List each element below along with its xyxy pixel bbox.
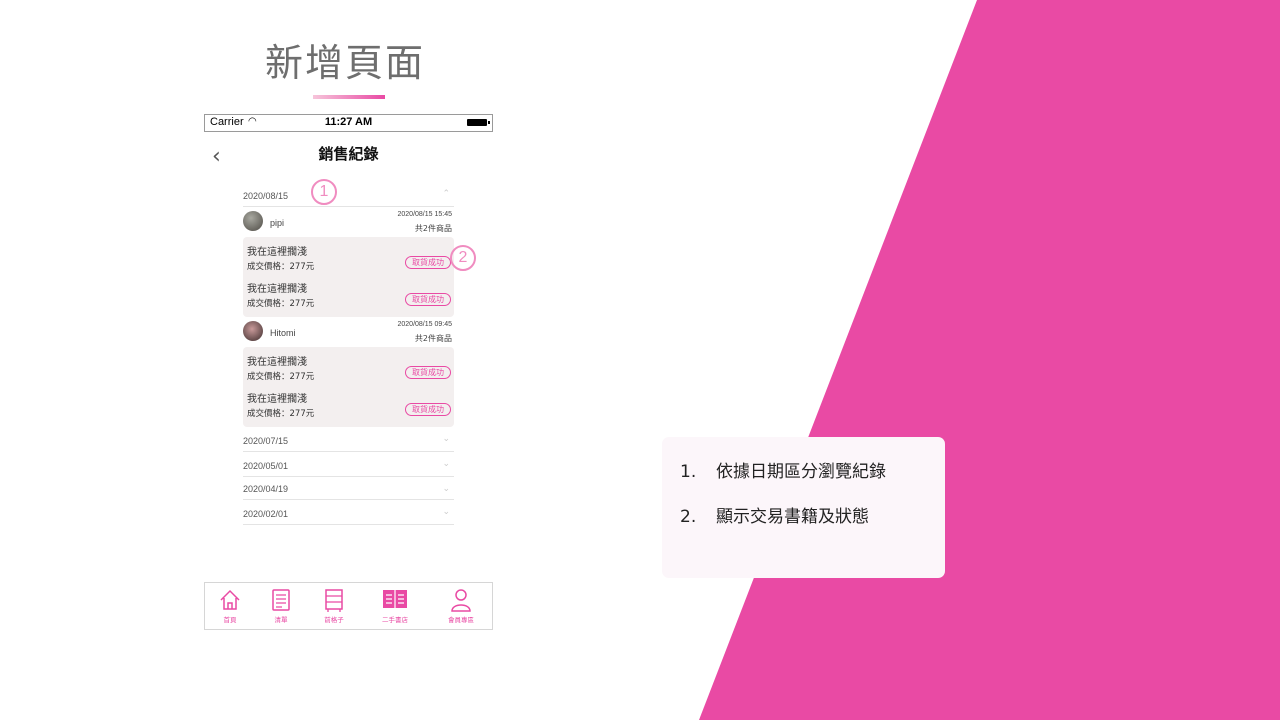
status-badge: 取貨成功 — [405, 366, 451, 379]
note-text: 依據日期區分瀏覽紀錄 — [716, 462, 886, 482]
date-section-header[interactable]: 2020/02/01 ⌄ — [243, 500, 454, 525]
section-date: 2020/02/01 — [243, 509, 289, 519]
annotation-marker-1: 1 — [311, 179, 337, 205]
chevron-down-icon[interactable]: ⌄ — [442, 506, 450, 517]
date-section-header[interactable]: 2020/07/15 ⌄ — [243, 427, 454, 452]
home-icon — [220, 589, 240, 610]
avatar — [243, 211, 263, 231]
buyer-name: Hitomi — [270, 328, 296, 338]
date-section-header[interactable]: 2020/05/01 ⌄ — [243, 452, 454, 477]
note-number: 2. — [680, 507, 697, 527]
order-datetime: 2020/08/15 09:45 — [397, 321, 453, 328]
tab-label: 清單 — [274, 616, 288, 624]
tab-list[interactable]: 清單 — [256, 587, 306, 624]
order-card: Hitomi 2020/08/15 09:45 共2件商品 我在這裡擱淺 成交價… — [243, 317, 454, 427]
order-card: pipi 2020/08/15 15:45 共2件商品 我在這裡擱淺 成交價格：… — [243, 207, 454, 317]
chevron-up-icon[interactable]: ⌃ — [442, 188, 450, 199]
annotation-marker-2: 2 — [450, 245, 476, 271]
list-item[interactable]: 我在這裡擱淺 成交價格：277元 取貨成功 — [243, 349, 454, 386]
note-item: 2. 顯示交易書籍及狀態 — [680, 502, 869, 527]
list-item[interactable]: 我在這裡擱淺 成交價格：277元 取貨成功 — [243, 276, 454, 313]
deal-price: 成交價格：277元 — [247, 372, 315, 382]
shelf-icon — [325, 589, 343, 612]
tab-label: 會員專區 — [448, 616, 474, 624]
status-time: 11:27 AM — [324, 116, 373, 128]
status-badge: 取貨成功 — [405, 293, 451, 306]
tab-label: 首頁 — [223, 616, 237, 624]
tab-bar: 首頁 清單 前格子 二手書店 會員專區 — [204, 582, 493, 630]
notes-box: 1. 依據日期區分瀏覽紀錄 2. 顯示交易書籍及狀態 — [662, 437, 945, 578]
status-badge: 取貨成功 — [405, 403, 451, 416]
deal-price: 成交價格：277元 — [247, 262, 315, 272]
buyer-name: pipi — [270, 218, 285, 228]
chevron-down-icon[interactable]: ⌄ — [442, 483, 450, 494]
note-number: 1. — [680, 462, 697, 482]
title-underline — [313, 95, 385, 99]
tab-label: 二手書店 — [382, 616, 408, 624]
deal-price: 成交價格：277元 — [247, 299, 315, 309]
list-item[interactable]: 我在這裡擱淺 成交價格：277元 取貨成功 — [243, 386, 454, 423]
book-title: 我在這裡擱淺 — [247, 247, 307, 258]
deal-price: 成交價格：277元 — [247, 409, 315, 419]
tab-label: 前格子 — [324, 616, 344, 624]
order-header: Hitomi 2020/08/15 09:45 共2件商品 — [243, 317, 454, 347]
records-list: 2020/08/15 ⌃ pipi 2020/08/15 15:45 共2件商品… — [243, 182, 454, 525]
page-title: 銷售紀錄 — [318, 145, 379, 163]
order-header: pipi 2020/08/15 15:45 共2件商品 — [243, 207, 454, 237]
battery-icon — [467, 119, 490, 126]
tab-home[interactable]: 首頁 — [205, 587, 255, 624]
phone-mockup: Carrier ◠ 11:27 AM ‹ 銷售紀錄 2020/08/15 ⌃ p… — [204, 114, 493, 630]
status-badge: 取貨成功 — [405, 256, 451, 269]
section-date: 2020/08/15 — [243, 191, 289, 201]
book-title: 我在這裡擱淺 — [247, 357, 307, 368]
chevron-down-icon[interactable]: ⌄ — [442, 458, 450, 469]
section-date: 2020/07/15 — [243, 436, 289, 446]
slide-title: 新增頁面 — [264, 41, 425, 85]
tab-member[interactable]: 會員專區 — [436, 587, 486, 624]
date-section-header[interactable]: 2020/04/19 ⌄ — [243, 477, 454, 500]
date-section-header[interactable]: 2020/08/15 ⌃ — [243, 182, 454, 207]
tab-bookstore[interactable]: 二手書店 — [370, 587, 420, 624]
bookstore-icon — [383, 590, 407, 608]
book-title: 我在這裡擱淺 — [247, 394, 307, 405]
pink-background-shape — [699, 0, 1280, 720]
section-date: 2020/04/19 — [243, 484, 289, 494]
section-date: 2020/05/01 — [243, 461, 289, 471]
checklist-icon — [272, 589, 290, 611]
item-count: 共2件商品 — [414, 224, 452, 233]
tab-shelf[interactable]: 前格子 — [309, 587, 359, 624]
order-items: 我在這裡擱淺 成交價格：277元 取貨成功 我在這裡擱淺 成交價格：277元 取… — [243, 237, 454, 317]
avatar — [243, 321, 263, 341]
book-title: 我在這裡擱淺 — [247, 284, 307, 295]
note-item: 1. 依據日期區分瀏覽紀錄 — [680, 457, 886, 482]
item-count: 共2件商品 — [414, 334, 452, 343]
note-text: 顯示交易書籍及狀態 — [716, 507, 869, 527]
chevron-down-icon[interactable]: ⌄ — [442, 433, 450, 444]
status-bar: Carrier ◠ 11:27 AM — [204, 114, 493, 132]
user-icon — [451, 589, 471, 612]
list-item[interactable]: 我在這裡擱淺 成交價格：277元 取貨成功 — [243, 239, 454, 276]
order-datetime: 2020/08/15 15:45 — [397, 211, 453, 218]
order-items: 我在這裡擱淺 成交價格：277元 取貨成功 我在這裡擱淺 成交價格：277元 取… — [243, 347, 454, 427]
